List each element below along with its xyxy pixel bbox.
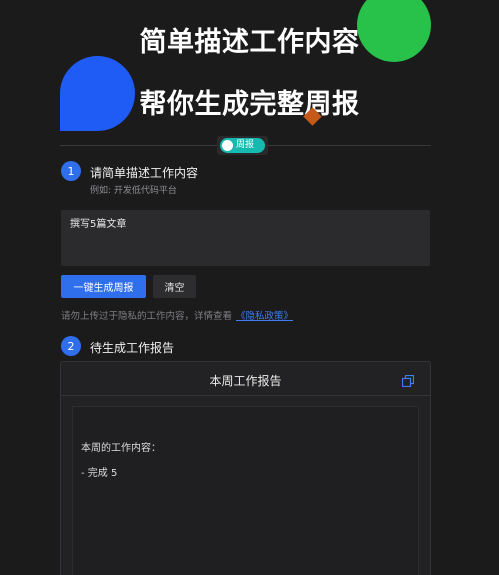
clear-button[interactable]: 清空 <box>153 275 196 298</box>
work-description-input[interactable]: 撰写5篇文章 <box>61 210 430 266</box>
hero-title-line1: 简单描述工作内容 <box>139 27 360 58</box>
report-text-line: - 完成 5 <box>81 468 118 479</box>
report-title: 本周工作报告 <box>209 374 282 388</box>
report-header: 本周工作报告 <box>61 362 430 396</box>
privacy-notice: 请勿上传过于隐私的工作内容，详情查看 《隐私政策》 <box>61 308 293 322</box>
privacy-text: 请勿上传过于隐私的工作内容，详情查看 <box>61 311 233 322</box>
step-2-title: 待生成工作报告 <box>90 341 175 355</box>
copy-icon[interactable] <box>402 375 414 387</box>
step-1-hint: 例如: 开发低代码平台 <box>90 186 177 196</box>
step-1-title: 请简单描述工作内容 <box>90 166 199 180</box>
report-content: 本周的工作内容： - 完成 5 <box>72 406 419 575</box>
toggle-label: 周报 <box>236 140 255 150</box>
mode-toggle-container: 周报 <box>217 136 268 155</box>
step-2-badge: 2 <box>61 336 81 356</box>
step-1-badge: 1 <box>61 161 81 181</box>
generate-report-button[interactable]: 一键生成周报 <box>61 275 146 298</box>
report-card: 本周工作报告 本周的工作内容： - 完成 5 <box>60 361 431 575</box>
report-text-line: 本周的工作内容： <box>81 443 161 454</box>
weekly-report-toggle[interactable]: 周报 <box>220 138 265 153</box>
privacy-policy-link[interactable]: 《隐私政策》 <box>236 311 293 322</box>
toggle-knob <box>222 140 233 151</box>
hero-title-line2: 帮你生成完整周报 <box>139 89 360 120</box>
